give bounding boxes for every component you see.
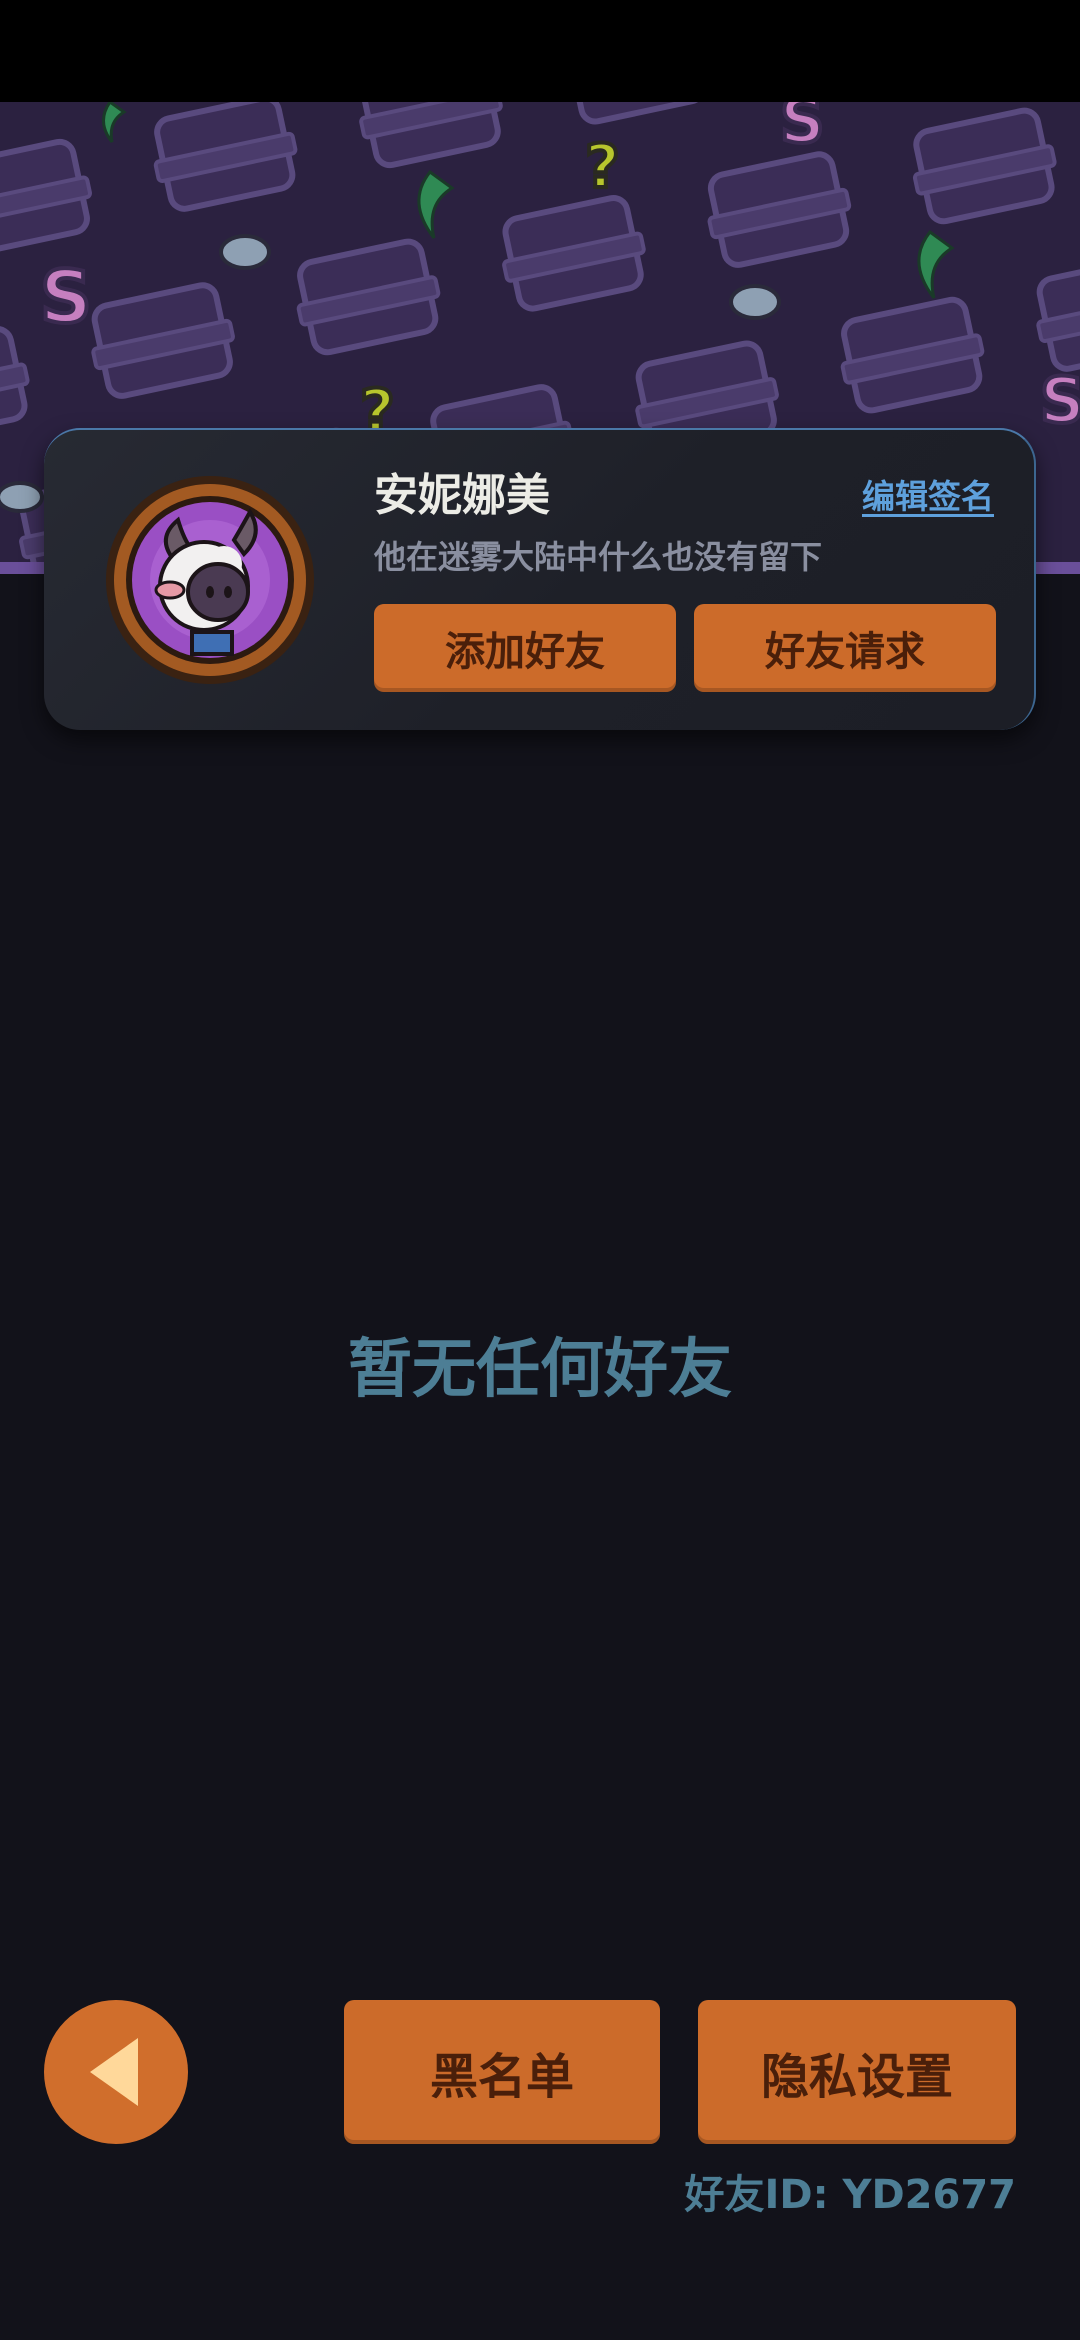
- blacklist-button[interactable]: 黑名单: [344, 2000, 660, 2144]
- profile-card: 安妮娜美 编辑签名 他在迷雾大陆中什么也没有留下 添加好友 好友请求: [44, 428, 1036, 730]
- svg-text:S: S: [1040, 364, 1080, 437]
- svg-text:S: S: [40, 255, 92, 339]
- friend-id-label: 好友ID: YD2677: [684, 2172, 1016, 2218]
- svg-text:?: ?: [585, 132, 620, 202]
- username: 安妮娜美: [374, 470, 550, 521]
- empty-friends-message: 暂无任何好友: [348, 1333, 732, 1407]
- edit-signature-link[interactable]: 编辑签名: [862, 474, 994, 520]
- back-button[interactable]: [44, 2000, 188, 2144]
- sheep-avatar-icon[interactable]: [104, 474, 316, 686]
- signature-text: 他在迷雾大陆中什么也没有留下: [374, 538, 823, 576]
- triangle-left-icon: [90, 2038, 138, 2106]
- privacy-settings-button[interactable]: 隐私设置: [698, 2000, 1016, 2144]
- svg-text:S: S: [780, 102, 825, 157]
- friend-requests-button[interactable]: 好友请求: [694, 604, 996, 692]
- status-bar: [0, 0, 1080, 102]
- add-friend-button[interactable]: 添加好友: [374, 604, 676, 692]
